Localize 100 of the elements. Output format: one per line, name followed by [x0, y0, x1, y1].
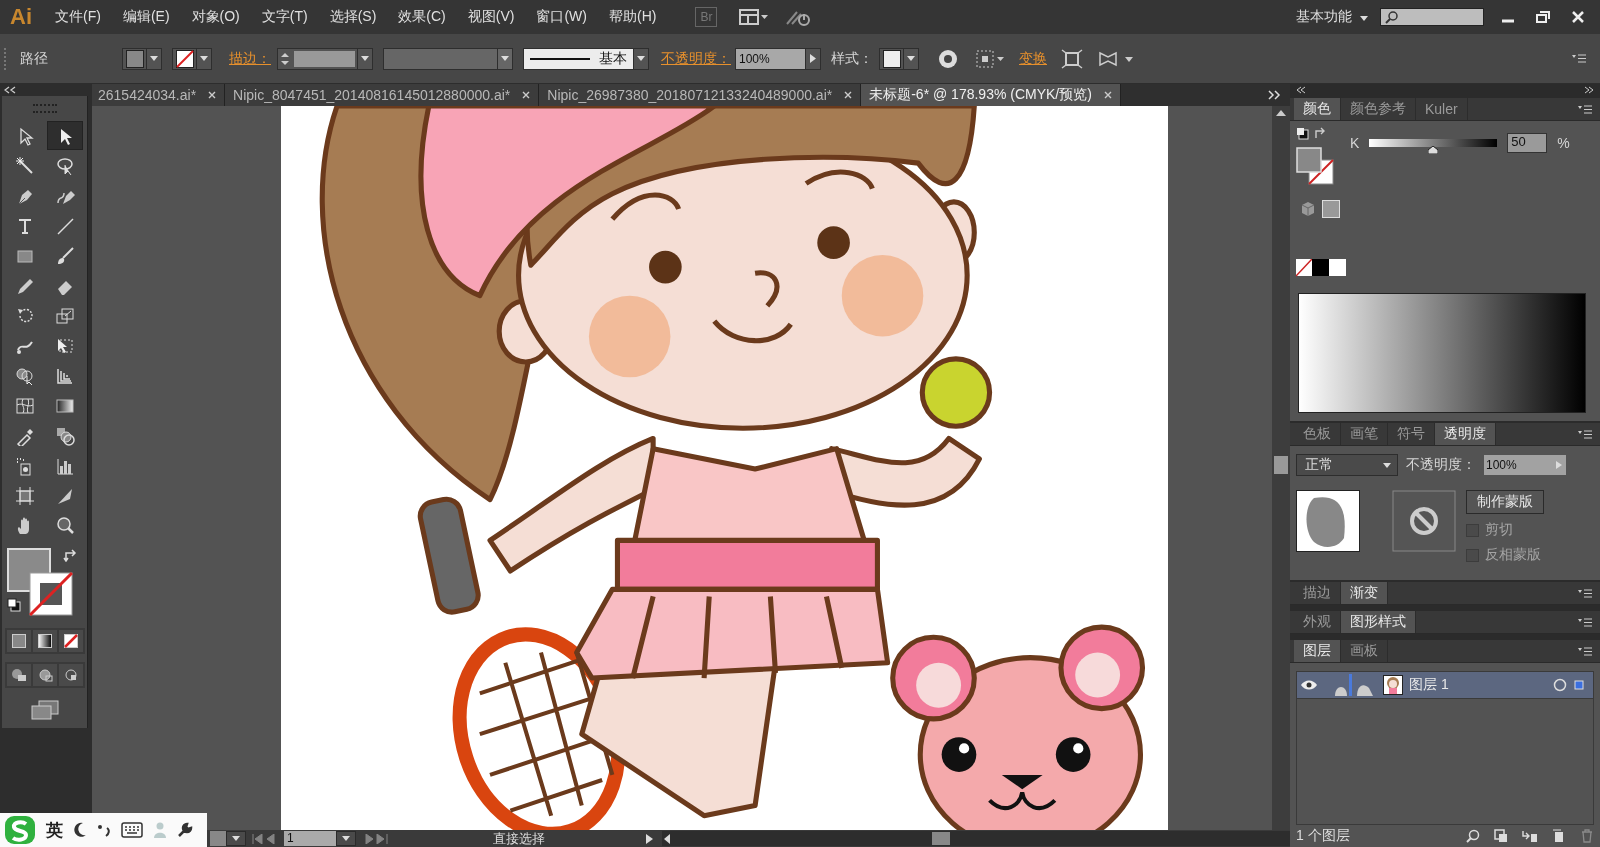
cube-icon[interactable] — [1300, 201, 1316, 217]
panel-menu-icon[interactable] — [1572, 54, 1586, 63]
close-icon[interactable] — [522, 91, 531, 99]
slider-thumb[interactable] — [1428, 146, 1439, 154]
keyboard-icon[interactable] — [121, 822, 143, 838]
input-method-logo-icon[interactable] — [4, 815, 36, 845]
stroke-weight-field[interactable] — [277, 47, 373, 70]
color-spectrum[interactable] — [1298, 293, 1586, 413]
expand-panels-icon[interactable] — [1296, 86, 1306, 94]
menu-item[interactable]: 文件(F) — [44, 8, 112, 26]
brush-definition-dropdown[interactable]: 基本 — [523, 47, 649, 70]
menu-item[interactable]: 视图(V) — [456, 8, 526, 26]
draw-inside-button[interactable] — [58, 664, 83, 686]
recolor-icon[interactable] — [937, 47, 959, 70]
layer-row[interactable]: 图层 1 — [1296, 671, 1594, 699]
menu-item[interactable]: 选择(S) — [318, 8, 388, 26]
more-tabs-icon[interactable] — [1268, 90, 1282, 100]
workspace-switcher[interactable]: 基本功能 — [1296, 8, 1368, 26]
document-tab[interactable]: 未标题-6* @ 178.93% (CMYK/预览) — [861, 84, 1121, 106]
menu-item[interactable]: 效果(C) — [387, 8, 457, 26]
color-mode-button[interactable] — [6, 630, 31, 652]
input-mode-toggle[interactable]: 英 — [46, 818, 63, 842]
direct-selection-tool[interactable] — [46, 121, 83, 150]
artboard-dropdown[interactable] — [336, 831, 356, 846]
align-icon[interactable] — [975, 48, 1005, 69]
panel-tab[interactable]: 渐变 — [1341, 582, 1388, 604]
menu-item[interactable]: 窗口(W) — [525, 8, 598, 26]
draw-behind-button[interactable] — [32, 664, 57, 686]
first-artboard-icon[interactable] — [252, 833, 278, 844]
panel-menu-icon[interactable] — [1578, 429, 1592, 439]
arrange-documents-icon[interactable] — [739, 9, 770, 25]
k-slider[interactable] — [1369, 139, 1498, 155]
quick-swatches-icon[interactable] — [1296, 259, 1346, 277]
panel-tab[interactable]: 颜色 — [1294, 98, 1341, 120]
vertical-scrollbar[interactable] — [1272, 106, 1290, 830]
collapse-panels-icon[interactable] — [1584, 86, 1594, 94]
grip-handle[interactable] — [32, 104, 57, 113]
none-mode-button[interactable] — [58, 630, 83, 652]
fill-stroke-swatch[interactable] — [1296, 147, 1334, 185]
panel-tab[interactable]: 图形样式 — [1341, 611, 1416, 633]
search-icon[interactable] — [1466, 829, 1480, 843]
isolate-icon[interactable] — [1061, 48, 1083, 69]
last-artboard-icon[interactable] — [362, 833, 388, 844]
new-sublayer-icon[interactable] — [1522, 829, 1538, 843]
make-mask-button[interactable]: 制作蒙版 — [1466, 490, 1544, 514]
panel-menu-icon[interactable] — [1578, 646, 1592, 656]
opacity-field[interactable]: 100% — [1484, 455, 1566, 475]
scroll-up-icon[interactable] — [1276, 110, 1286, 116]
fill-color-dropdown[interactable] — [122, 47, 162, 70]
stroke-color-dropdown[interactable] — [172, 47, 212, 70]
caret-icon — [637, 56, 645, 61]
stroke-swatch[interactable] — [28, 572, 73, 616]
menu-item[interactable]: 帮助(H) — [598, 8, 668, 26]
punctuation-icon[interactable] — [97, 823, 111, 837]
draw-normal-button[interactable] — [6, 664, 31, 686]
variable-width-dropdown[interactable] — [383, 47, 513, 70]
panel-menu-icon[interactable] — [1578, 104, 1592, 114]
screen-mode-icon[interactable] — [30, 700, 59, 720]
panel-tab[interactable]: 透明度 — [1435, 423, 1496, 445]
stroke-label[interactable]: 描边： — [229, 49, 271, 68]
document-tab[interactable]: 2615424034.ai* — [92, 84, 226, 106]
panel-tab[interactable]: 图层 — [1294, 640, 1341, 662]
opacity-field[interactable]: 100% — [735, 47, 821, 70]
opacity-label[interactable]: 不透明度： — [661, 49, 731, 68]
scroll-thumb[interactable] — [932, 832, 950, 845]
eye-icon[interactable] — [1300, 680, 1318, 690]
panel-menu-icon[interactable] — [1578, 617, 1592, 627]
document-tab[interactable]: Nipic_8047451_20140816145012880000.ai* — [225, 84, 540, 106]
document-tab[interactable]: Nipic_26987380_20180712133240489000.ai* — [539, 84, 862, 106]
moon-icon[interactable] — [73, 822, 87, 838]
wrench-icon[interactable] — [177, 822, 193, 838]
restore-icon[interactable] — [1536, 11, 1550, 23]
artboard-number-field[interactable]: 1 — [284, 831, 336, 846]
blend-mode-dropdown[interactable]: 正常 — [1296, 454, 1398, 476]
menu-item[interactable]: 文字(T) — [250, 8, 319, 26]
target-icon[interactable] — [1553, 678, 1567, 692]
transform-link[interactable]: 变换 — [1019, 49, 1047, 68]
search-field[interactable] — [1380, 8, 1484, 26]
close-icon[interactable] — [208, 91, 217, 99]
color-swatch[interactable] — [1322, 200, 1340, 218]
zoom-field[interactable] — [210, 831, 226, 846]
menu-item[interactable]: 编辑(E) — [111, 8, 181, 26]
close-icon[interactable] — [844, 91, 853, 99]
collapse-icon[interactable] — [4, 86, 16, 94]
k-value-field[interactable]: 50 — [1507, 133, 1548, 153]
gradient-mode-button[interactable] — [32, 630, 57, 652]
graphic-style-dropdown[interactable] — [879, 47, 919, 70]
default-colors-icon[interactable] — [6, 598, 21, 612]
close-icon[interactable] — [1103, 91, 1112, 99]
zoom-dropdown[interactable] — [226, 831, 246, 846]
horizontal-scrollbar[interactable] — [662, 831, 1290, 846]
clipping-mask-icon[interactable] — [1494, 829, 1508, 843]
selection-square-icon[interactable] — [1573, 679, 1585, 691]
menu-item[interactable]: 对象(O) — [180, 8, 251, 26]
layer-name[interactable]: 图层 1 — [1409, 676, 1547, 694]
scroll-left-icon[interactable] — [662, 833, 672, 844]
scroll-thumb[interactable] — [1274, 456, 1288, 474]
swap-icon[interactable] — [62, 548, 79, 562]
new-layer-icon[interactable] — [1552, 829, 1566, 843]
panel-menu-icon[interactable] — [1578, 588, 1592, 598]
